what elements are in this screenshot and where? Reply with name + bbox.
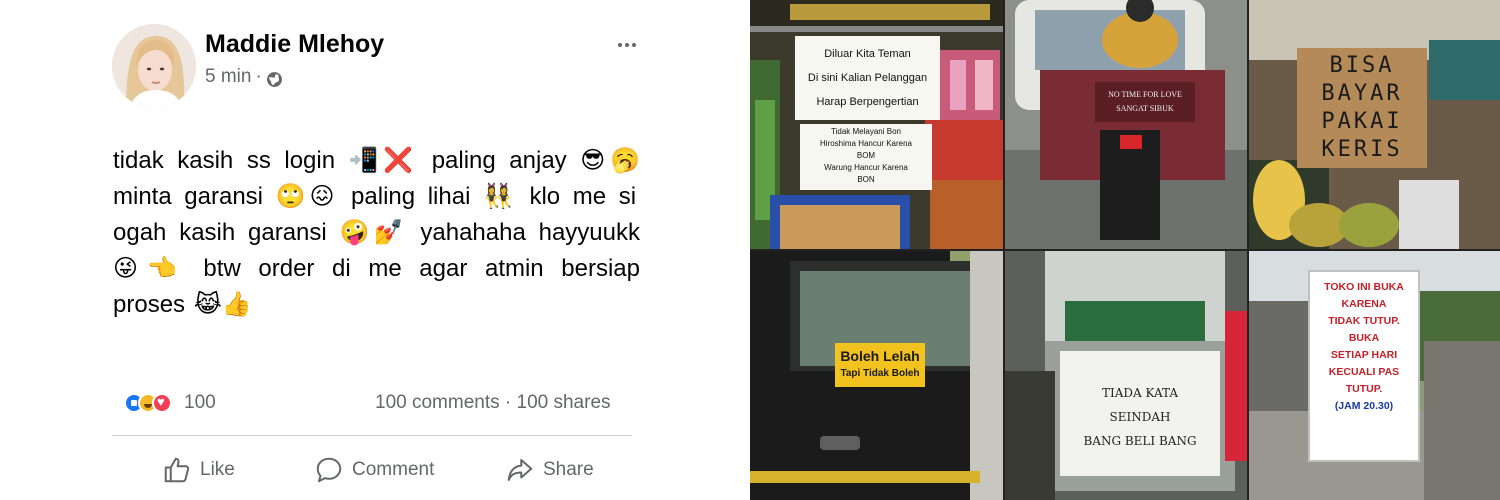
box-sign-line: NO TIME FOR LOVE — [1108, 90, 1182, 99]
food-cart-image — [1005, 251, 1247, 500]
cardboard-line: BAYAR — [1321, 81, 1403, 106]
cart-line: TIADA KATA — [1101, 386, 1178, 400]
cardboard-line: PAKAI — [1321, 109, 1403, 134]
thumbs-up-icon — [164, 457, 190, 483]
comment-icon — [316, 457, 342, 483]
comments-count-link[interactable]: 100 comments — [375, 392, 500, 413]
photo-motorbike-box[interactable]: NO TIME FOR LOVE SANGAT SIBUK — [1005, 0, 1247, 249]
box-sign-line: SANGAT SIBUK — [1116, 104, 1174, 113]
menu-dot — [625, 43, 629, 47]
photo-car-sticker[interactable]: Boleh Lelah Tapi Tidak Boleh — [750, 251, 1003, 500]
post-author-name[interactable]: Maddie Mlehoy — [205, 30, 384, 59]
note-line: Harap Berpengertian — [816, 96, 919, 108]
note-line: BOM — [856, 151, 876, 160]
hours-sign-line: TIDAK TUTUP. — [1328, 315, 1400, 327]
hours-sign-time: (JAM 20.30) — [1334, 400, 1394, 412]
note-line: BON — [857, 175, 875, 184]
love-reaction-icon — [152, 393, 172, 413]
cart-line: BANG BELI BANG — [1083, 434, 1197, 448]
avatar-image — [112, 24, 196, 108]
hours-sign-line: KECUALI PAS — [1328, 366, 1400, 378]
note-line: Warung Hancur Karena — [824, 163, 908, 172]
reaction-icons — [124, 393, 172, 413]
car-sticker-text: Boleh Lelah Tapi Tidak Boleh — [835, 347, 925, 383]
shop-note-bottom: Tidak Melayani Bon Hiroshima Hancur Kare… — [800, 126, 932, 186]
post-time[interactable]: 5 min — [205, 66, 251, 88]
sticker-line: Tapi Tidak Boleh — [840, 368, 920, 379]
photo-shop-hours-sign[interactable]: TOKO INI BUKA KARENA TIDAK TUTUP. BUKA S… — [1249, 251, 1500, 500]
motorbike-image — [1005, 0, 1247, 249]
share-icon — [507, 459, 533, 481]
photo-shop-notes[interactable]: Diluar Kita Teman Di sini Kalian Pelangg… — [750, 0, 1003, 249]
cardboard-sign-text: BISA BAYAR PAKAI KERIS — [1297, 52, 1427, 164]
menu-dot — [618, 43, 622, 47]
cardboard-line: BISA — [1329, 53, 1395, 78]
hours-sign-line: KARENA — [1341, 298, 1387, 310]
hours-sign-line: TUTUP. — [1345, 383, 1383, 395]
like-button[interactable]: Like — [162, 450, 235, 490]
stats-separator: · — [504, 392, 512, 413]
shop-note-top: Diluar Kita Teman Di sini Kalian Pelangg… — [795, 42, 940, 114]
avatar[interactable] — [112, 24, 196, 108]
shares-count-link[interactable]: 100 shares — [517, 392, 611, 413]
menu-dot — [632, 43, 636, 47]
hours-sign-line: TOKO INI BUKA — [1324, 281, 1404, 293]
post-actions-bar: Like Comment Share — [160, 450, 640, 490]
share-label: Share — [543, 459, 594, 480]
photo-cardboard-sign[interactable]: BISA BAYAR PAKAI KERIS — [1249, 0, 1500, 249]
reaction-count: 100 — [184, 392, 216, 413]
post-stats: 100 comments · 100 shares — [375, 392, 611, 414]
note-line: Tidak Melayani Bon — [831, 127, 901, 136]
actions-divider — [112, 435, 632, 436]
post-meta: 5 min · — [205, 66, 283, 88]
cart-sign-text: TIADA KATA SEINDAH BANG BELI BANG — [1060, 381, 1220, 453]
sticker-line: Boleh Lelah — [840, 348, 920, 364]
reactions-summary[interactable]: 100 — [124, 392, 216, 414]
like-label: Like — [200, 459, 235, 480]
note-line: Hiroshima Hancur Karena — [819, 139, 913, 148]
comment-button[interactable]: Comment — [314, 450, 434, 490]
cart-line: SEINDAH — [1109, 410, 1171, 424]
share-button[interactable]: Share — [505, 450, 594, 490]
post-body-text: tidak kasih ss login 📲❌ paling anjay 😎🥱 … — [113, 147, 640, 318]
facebook-post: Maddie Mlehoy 5 min · tidak kasih ss log… — [0, 0, 750, 500]
comment-label: Comment — [352, 459, 435, 480]
shop-shelf-image — [750, 0, 1003, 249]
note-line: Di sini Kalian Pelanggan — [807, 72, 928, 84]
cardboard-line: KERIS — [1321, 137, 1403, 162]
hours-sign-line: BUKA — [1348, 332, 1380, 344]
photo-collage[interactable]: Diluar Kita Teman Di sini Kalian Pelangg… — [750, 0, 1500, 500]
meta-separator: · — [255, 66, 262, 87]
box-sign: NO TIME FOR LOVE SANGAT SIBUK — [1095, 88, 1195, 116]
note-line: Diluar Kita Teman — [824, 48, 911, 60]
globe-icon[interactable] — [266, 71, 283, 88]
photo-food-cart[interactable]: TIADA KATA SEINDAH BANG BELI BANG — [1005, 251, 1247, 500]
shop-hours-sign-text: TOKO INI BUKA KARENA TIDAK TUTUP. BUKA S… — [1309, 279, 1419, 415]
more-horizontal-icon[interactable] — [616, 36, 644, 50]
hours-sign-line: SETIAP HARI — [1330, 349, 1398, 361]
